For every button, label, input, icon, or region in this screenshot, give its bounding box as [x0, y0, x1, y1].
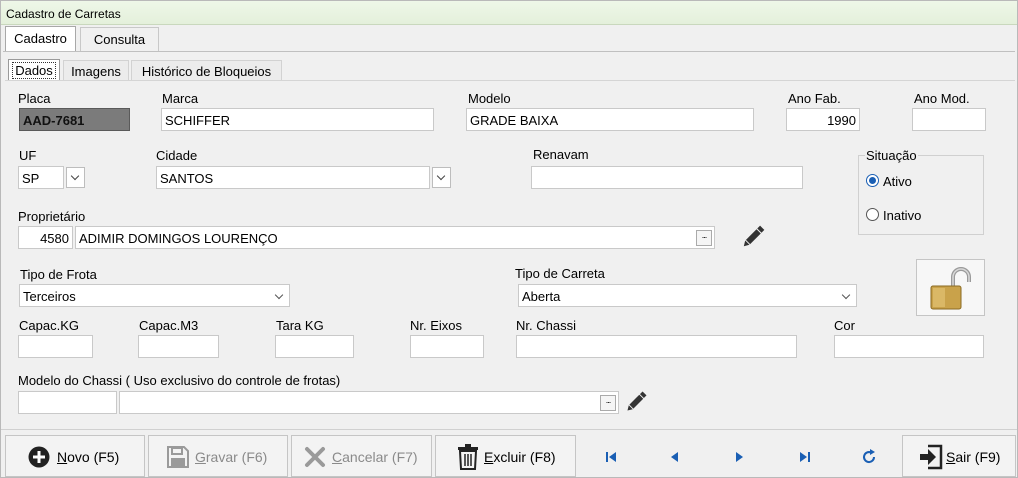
modelo-label: Modelo	[468, 91, 511, 106]
tipo-frota-select[interactable]: Terceiros	[19, 284, 290, 307]
gravar-label: ravar (F6)	[205, 449, 268, 465]
trash-icon	[457, 444, 479, 470]
tab-cadastro-label: Cadastro	[14, 31, 67, 46]
ano-fab-label: Ano Fab.	[788, 91, 841, 106]
situacao-group	[858, 155, 984, 235]
x-icon	[304, 446, 326, 468]
capac-kg-field[interactable]	[18, 335, 93, 358]
novo-accel: N	[57, 449, 68, 465]
next-record-icon[interactable]	[729, 447, 749, 467]
capac-kg-label: Capac.KG	[19, 318, 79, 333]
title-bar: Cadastro de Carretas	[1, 1, 1017, 25]
ano-mod-field[interactable]	[912, 108, 986, 131]
modelo-chassi-lookup-icon[interactable]: ...	[600, 395, 616, 411]
sair-accel: S	[946, 449, 956, 465]
radio-ativo[interactable]	[866, 174, 879, 187]
previous-record-icon[interactable]	[665, 447, 685, 467]
cor-label: Cor	[834, 318, 855, 333]
proprietario-name-field[interactable]: ADIMIR DOMINGOS LOURENÇO	[75, 226, 715, 249]
cidade-dropdown-button[interactable]	[432, 167, 451, 188]
cidade-label: Cidade	[156, 148, 198, 163]
nr-eixos-field[interactable]	[410, 335, 484, 358]
tab-historico-label: Histórico de Bloqueios	[141, 64, 272, 79]
modelo-chassi-label: Modelo do Chassi ( Uso exclusivo do cont…	[18, 373, 341, 388]
plus-circle-icon	[28, 446, 50, 468]
tipo-carreta-label: Tipo de Carreta	[515, 266, 605, 281]
nr-chassi-field[interactable]	[516, 335, 797, 358]
excluir-label: xcluir (F8)	[493, 449, 556, 465]
window-title: Cadastro de Carretas	[6, 7, 121, 21]
first-record-icon[interactable]	[601, 447, 621, 467]
modelo-chassi-name-field[interactable]	[119, 391, 619, 414]
marca-label: Marca	[162, 91, 199, 106]
cancelar-button[interactable]: Cancelar (F7)	[291, 435, 432, 477]
proprietario-label: Proprietário	[18, 209, 86, 224]
marca-field[interactable]: SCHIFFER	[161, 108, 434, 131]
tab-historico-bloqueios[interactable]: Histórico de Bloqueios	[131, 60, 282, 81]
uf-field[interactable]: SP	[18, 166, 64, 189]
tara-kg-field[interactable]	[275, 335, 354, 358]
tara-kg-label: Tara KG	[276, 318, 324, 333]
cancelar-accel: C	[332, 449, 343, 465]
padlock-open-icon	[929, 266, 975, 310]
renavam-field[interactable]	[531, 166, 803, 189]
placa-label: Placa	[18, 91, 51, 106]
novo-button[interactable]: Novo (F5)	[5, 435, 145, 477]
ano-mod-label: Ano Mod.	[914, 91, 970, 106]
exit-icon	[919, 444, 943, 470]
lock-button[interactable]	[916, 259, 985, 316]
placa-field[interactable]: AAD-7681	[19, 108, 130, 131]
capac-m3-label: Capac.M3	[139, 318, 199, 333]
modelo-chassi-edit-pencil-icon[interactable]	[623, 389, 649, 415]
uf-dropdown-button[interactable]	[66, 167, 85, 188]
tab-cadastro[interactable]: Cadastro	[5, 26, 76, 52]
modelo-chassi-code-field[interactable]	[18, 391, 117, 414]
sair-label: air (F9)	[955, 449, 1001, 465]
tipo-carreta-select[interactable]: Aberta	[518, 284, 857, 307]
sair-button[interactable]: Sair (F9)	[902, 435, 1016, 477]
excluir-accel: E	[484, 449, 494, 465]
tab-consulta[interactable]: Consulta	[80, 27, 159, 51]
radio-ativo-label[interactable]: Ativo	[883, 174, 912, 189]
cor-field[interactable]	[834, 335, 984, 358]
last-record-icon[interactable]	[795, 447, 815, 467]
nr-eixos-label: Nr. Eixos	[410, 318, 463, 333]
save-icon	[166, 445, 190, 469]
tab-imagens-label: Imagens	[71, 64, 121, 79]
tab-dados[interactable]: Dados	[8, 59, 60, 80]
tab-divider	[3, 51, 1015, 52]
refresh-icon[interactable]	[859, 447, 879, 467]
modelo-field[interactable]: GRADE BAIXA	[466, 108, 754, 131]
proprietario-code-field[interactable]: 4580	[18, 226, 73, 249]
radio-inativo-label[interactable]: Inativo	[883, 208, 921, 223]
proprietario-edit-pencil-icon[interactable]	[739, 223, 767, 251]
toolbar-divider	[1, 429, 1017, 430]
cancelar-label: ancelar (F7)	[342, 449, 418, 465]
excluir-button[interactable]: Excluir (F8)	[435, 435, 576, 477]
gravar-accel: G	[195, 449, 206, 465]
tab-dados-label: Dados	[12, 62, 56, 79]
proprietario-lookup-icon[interactable]: ...	[696, 230, 712, 246]
situacao-label: Situação	[865, 148, 918, 163]
uf-label: UF	[19, 148, 37, 163]
tipo-frota-label: Tipo de Frota	[20, 267, 97, 282]
ano-fab-field[interactable]: 1990	[786, 108, 860, 131]
window: Cadastro de Carretas Cadastro Consulta D…	[0, 0, 1018, 478]
renavam-label: Renavam	[533, 147, 589, 162]
cidade-field[interactable]: SANTOS	[156, 166, 430, 189]
tab-imagens[interactable]: Imagens	[63, 60, 129, 81]
gravar-button[interactable]: Gravar (F6)	[148, 435, 288, 477]
tab-consulta-label: Consulta	[93, 32, 146, 47]
nr-chassi-label: Nr. Chassi	[516, 318, 576, 333]
novo-label: ovo (F5)	[67, 449, 120, 465]
radio-inativo[interactable]	[866, 208, 879, 221]
capac-m3-field[interactable]	[138, 335, 219, 358]
